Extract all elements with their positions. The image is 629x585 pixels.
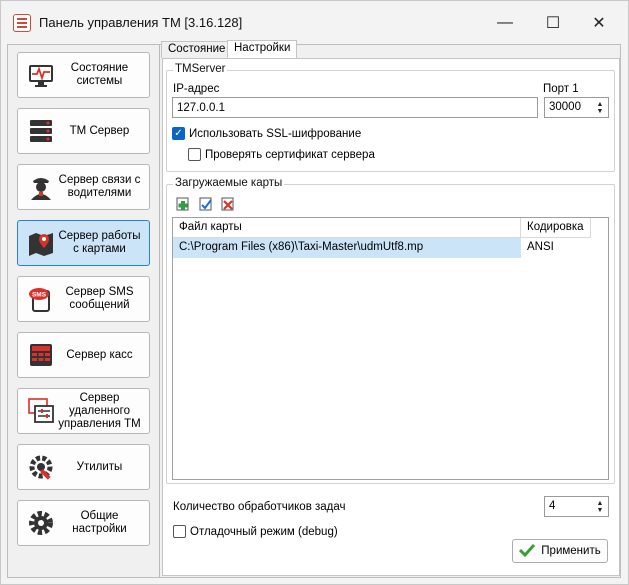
tab-settings[interactable]: Настройки <box>227 40 298 58</box>
apply-button[interactable]: Применить <box>512 539 608 563</box>
apply-label: Применить <box>541 545 601 557</box>
tab-status[interactable]: Состояние <box>161 41 233 58</box>
sidebar-item-driver-server[interactable]: Сервер связи с водителями <box>17 164 150 210</box>
ssl-label: Использовать SSL-шифрование <box>189 127 362 140</box>
verify-cert-label: Проверять сертификат сервера <box>205 148 375 161</box>
delete-map-icon[interactable] <box>221 197 235 214</box>
spin-down-icon[interactable]: ▼ <box>597 108 604 115</box>
port-value: 30000 <box>549 101 581 113</box>
sidebar-item-map-server[interactable]: Сервер работы с картами <box>17 220 150 266</box>
sidebar-item-label: Общие настройки <box>72 510 127 535</box>
checkbox-box[interactable] <box>188 148 201 161</box>
server-rack-icon <box>26 116 56 146</box>
sidebar-item-label: Сервер связи с водителями <box>58 174 141 199</box>
driver-icon <box>26 172 56 202</box>
cell-encoding[interactable]: ANSI <box>521 238 591 258</box>
debug-checkbox[interactable]: Отладочный режим (debug) <box>173 525 338 538</box>
sidebar-item-label: ТМ Сервер <box>69 124 130 137</box>
maximize-button[interactable]: ☐ <box>537 9 569 37</box>
minimize-button[interactable]: — <box>489 9 521 37</box>
checkmark-icon <box>519 543 536 560</box>
workers-input[interactable]: 4 ▲ ▼ <box>544 496 609 517</box>
monitor-heartbeat-icon <box>26 60 56 90</box>
sidebar-item-label: Сервер SMS сообщений <box>65 286 134 311</box>
sidebar: Состояние системы ТМ Сервер Сервер связи… <box>8 45 160 577</box>
wrench-gear-icon <box>26 452 56 482</box>
sidebar-item-tm-server[interactable]: ТМ Сервер <box>17 108 150 154</box>
spin-up-icon[interactable]: ▲ <box>597 500 604 507</box>
sidebar-item-utilities[interactable]: Утилиты <box>17 444 150 490</box>
map-pin-icon <box>26 228 56 258</box>
maps-table: Файл карты Кодировка C:\Program Files (x… <box>172 217 609 480</box>
add-map-icon[interactable] <box>176 197 190 214</box>
port-input[interactable]: 30000 ▲ ▼ <box>544 97 609 118</box>
sms-icon: SMS <box>26 284 56 314</box>
remote-control-icon <box>26 396 56 426</box>
sidebar-item-label: Сервер удаленного управления ТМ <box>58 391 141 430</box>
gear-icon <box>26 508 56 538</box>
debug-label: Отладочный режим (debug) <box>190 525 338 538</box>
sidebar-item-cash-server[interactable]: Сервер касс <box>17 332 150 378</box>
column-header-file[interactable]: Файл карты <box>173 218 521 238</box>
app-icon <box>13 14 31 32</box>
column-header-encoding[interactable]: Кодировка <box>521 218 591 238</box>
ip-address-input[interactable] <box>172 97 538 118</box>
sidebar-item-label: Состояние системы <box>70 62 129 87</box>
cash-register-icon <box>26 340 56 370</box>
sidebar-item-label: Сервер работы с картами <box>58 230 141 255</box>
svg-text:SMS: SMS <box>32 292 47 299</box>
maps-legend: Загружаемые карты <box>173 177 285 189</box>
port-label: Порт 1 <box>543 83 579 95</box>
sidebar-item-label: Сервер касс <box>66 348 133 361</box>
close-button[interactable]: ✕ <box>583 9 615 37</box>
tmserver-legend: TMServer <box>173 63 228 75</box>
spin-down-icon[interactable]: ▼ <box>597 507 604 514</box>
title-bar: Панель управления ТМ [3.16.128] — ☐ ✕ <box>1 1 628 45</box>
cell-file[interactable]: C:\Program Files (x86)\Taxi-Master\udmUt… <box>173 238 521 258</box>
sidebar-item-sms-server[interactable]: SMS Сервер SMS сообщений <box>17 276 150 322</box>
edit-map-icon[interactable] <box>199 197 213 214</box>
verify-cert-checkbox[interactable]: Проверять сертификат сервера <box>188 148 375 161</box>
workers-value: 4 <box>549 500 556 512</box>
window-title: Панель управления ТМ [3.16.128] <box>39 15 243 30</box>
port-spinner[interactable]: ▲ ▼ <box>593 99 607 116</box>
sidebar-item-remote-server[interactable]: Сервер удаленного управления ТМ <box>17 388 150 434</box>
workers-label: Количество обработчиков задач <box>173 501 346 513</box>
sidebar-item-system-status[interactable]: Состояние системы <box>17 52 150 98</box>
ip-label: IP-адрес <box>173 83 220 95</box>
sidebar-item-general-settings[interactable]: Общие настройки <box>17 500 150 546</box>
spin-up-icon[interactable]: ▲ <box>597 101 604 108</box>
sidebar-item-label: Утилиты <box>76 460 123 473</box>
workers-spinner[interactable]: ▲ ▼ <box>593 498 607 515</box>
checkmark-icon[interactable]: ✓ <box>172 127 185 140</box>
ssl-checkbox[interactable]: ✓ Использовать SSL-шифрование <box>172 127 361 140</box>
checkbox-box[interactable] <box>173 525 186 538</box>
